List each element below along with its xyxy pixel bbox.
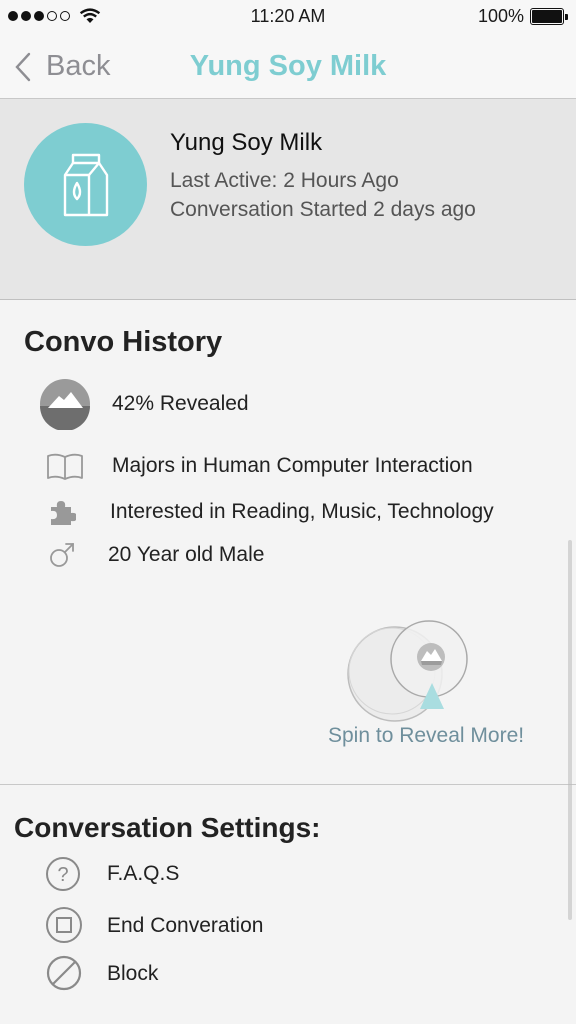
end-conversation-label: End Converation: [107, 914, 264, 937]
status-bar: 11:20 AM 100%: [0, 0, 576, 32]
male-symbol-icon: [48, 541, 76, 569]
question-circle-icon: ?: [45, 856, 81, 892]
profile-header: Yung Soy Milk Last Active: 2 Hours Ago C…: [0, 99, 576, 300]
list-item-major: Majors in Human Computer Interaction: [0, 444, 576, 488]
profile-name: Yung Soy Milk: [170, 129, 323, 156]
puzzle-icon: [48, 498, 76, 526]
list-item-gender: 20 Year old Male: [0, 533, 576, 577]
battery-icon: [530, 8, 564, 25]
battery-indicator: 100%: [478, 6, 568, 27]
svg-text:?: ?: [57, 864, 68, 886]
list-item-revealed: 42% Revealed: [0, 379, 576, 430]
book-icon: [46, 452, 84, 480]
last-active-text: Last Active: 2 Hours Ago: [170, 169, 399, 192]
major-label: Majors in Human Computer Interaction: [112, 454, 473, 477]
convo-history-title: Convo History: [24, 326, 223, 358]
mountain-reveal-icon: [39, 378, 91, 430]
battery-percent: 100%: [477, 6, 524, 26]
page-title: Yung Soy Milk: [189, 50, 387, 82]
settings-item-block[interactable]: Block: [0, 952, 576, 996]
settings-item-end-conversation[interactable]: End Converation: [0, 904, 576, 948]
scrollbar[interactable]: [568, 540, 572, 920]
faqs-label: F.A.Q.S: [107, 862, 180, 885]
section-divider: [0, 784, 576, 785]
navigation-bar: Back Yung Soy Milk: [0, 32, 576, 99]
conversation-settings-title: Conversation Settings:: [14, 812, 321, 843]
gender-age-label: 20 Year old Male: [108, 543, 265, 566]
conversation-started-text: Conversation Started 2 days ago: [170, 198, 476, 221]
interests-label: Interested in Reading, Music, Technology: [110, 500, 494, 523]
revealed-label: 42% Revealed: [112, 392, 249, 415]
list-item-interests: Interested in Reading, Music, Technology: [0, 490, 576, 534]
block-label: Block: [107, 962, 159, 985]
spin-to-reveal-link[interactable]: Spin to Reveal More!: [328, 724, 524, 748]
avatar[interactable]: [24, 123, 147, 246]
milk-carton-icon: [63, 153, 108, 216]
block-icon: [46, 955, 82, 991]
settings-item-faqs[interactable]: ? F.A.Q.S: [0, 852, 576, 896]
stop-square-icon: [45, 906, 83, 944]
